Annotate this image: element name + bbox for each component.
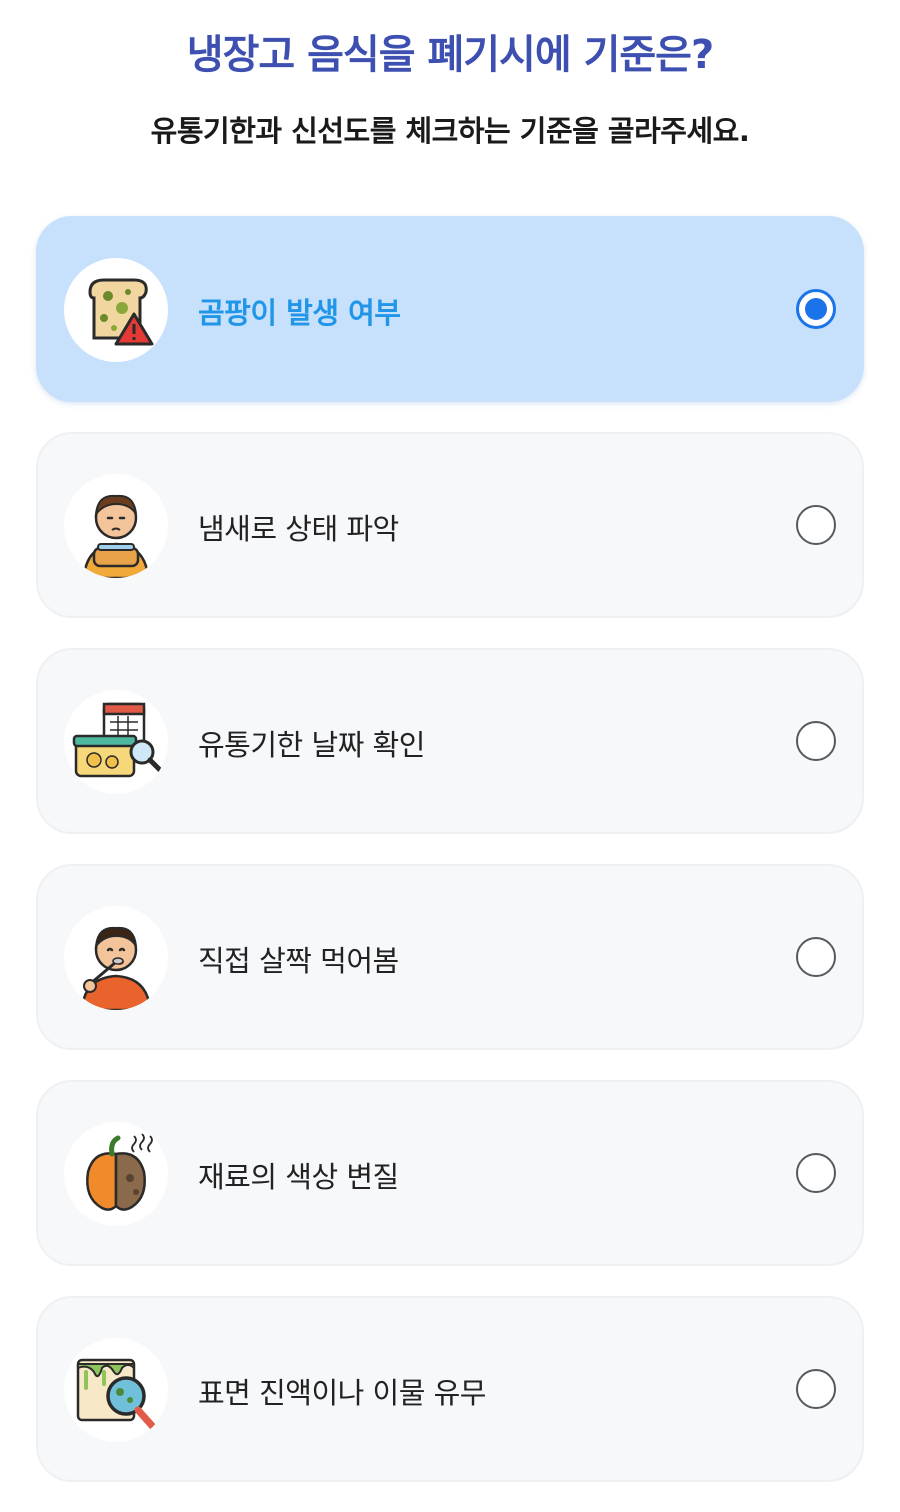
slimy-surface-magnifier-icon xyxy=(64,1338,168,1442)
option-label: 곰팡이 발생 여부 xyxy=(198,296,401,330)
radio-button[interactable] xyxy=(796,289,836,329)
option-label: 표면 진액이나 이물 유무 xyxy=(198,1376,486,1410)
option-taste[interactable]: 직접 살짝 먹어봄 xyxy=(36,864,864,1050)
radio-button[interactable] xyxy=(796,937,836,977)
option-expiry-date[interactable]: 유통기한 날짜 확인 xyxy=(36,648,864,834)
radio-button[interactable] xyxy=(796,721,836,761)
option-surface-slime[interactable]: 표면 진액이나 이물 유무 xyxy=(36,1296,864,1482)
option-smell[interactable]: 냄새로 상태 파악 xyxy=(36,432,864,618)
option-label: 유통기한 날짜 확인 xyxy=(198,728,425,762)
option-label: 직접 살짝 먹어봄 xyxy=(198,944,399,978)
option-label: 재료의 색상 변질 xyxy=(198,1160,399,1194)
person-smelling-food-icon xyxy=(64,474,168,578)
radio-button[interactable] xyxy=(796,1369,836,1409)
moldy-bread-warning-icon xyxy=(64,258,168,362)
spoiled-pepper-icon xyxy=(64,1122,168,1226)
option-label: 냄새로 상태 파악 xyxy=(198,512,399,546)
option-mold[interactable]: 곰팡이 발생 여부 xyxy=(36,216,864,402)
person-tasting-food-icon xyxy=(64,906,168,1010)
calendar-container-magnifier-icon xyxy=(64,690,168,794)
radio-button[interactable] xyxy=(796,1153,836,1193)
radio-button[interactable] xyxy=(796,505,836,545)
option-color-change[interactable]: 재료의 색상 변질 xyxy=(36,1080,864,1266)
answer-options: 곰팡이 발생 여부 냄새로 상태 파악 유통기한 날짜 확인 직접 살짝 먹어봄… xyxy=(36,216,864,1512)
question-title: 냉장고 음식을 폐기시에 기준은? xyxy=(186,32,714,78)
question-subtitle: 유통기한과 신선도를 체크하는 기준을 골라주세요. xyxy=(150,114,750,148)
